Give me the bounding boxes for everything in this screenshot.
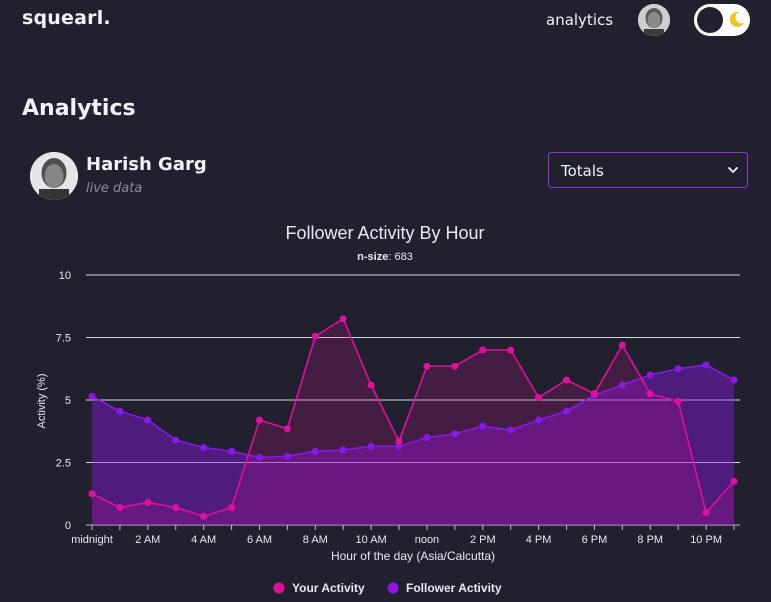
data-point — [479, 346, 487, 354]
data-point — [423, 434, 431, 441]
data-point — [228, 504, 236, 511]
legend-marker — [387, 582, 399, 594]
data-point — [255, 454, 263, 461]
data-point — [702, 361, 710, 369]
x-tick-label: midnight — [71, 534, 113, 546]
y-tick-label: 2.5 — [56, 458, 71, 470]
data-point — [88, 392, 96, 400]
data-point — [730, 477, 738, 485]
data-point — [451, 430, 459, 438]
data-point — [200, 444, 208, 451]
data-point — [116, 407, 124, 415]
nsize-value: 683 — [394, 251, 412, 263]
data-point — [116, 504, 124, 511]
data-point — [228, 447, 236, 455]
y-axis-label: Activity (%) — [36, 374, 48, 429]
data-point — [618, 381, 626, 389]
profile-subtitle: live data — [86, 181, 143, 196]
data-point — [702, 509, 710, 516]
totals-select[interactable]: Totals — [548, 152, 748, 188]
legend-marker — [273, 582, 285, 594]
data-point — [367, 381, 375, 389]
data-point — [618, 341, 626, 349]
data-point — [255, 416, 263, 424]
nsize-label: n-size — [357, 251, 388, 263]
brand-logo[interactable]: squearl. — [22, 7, 111, 29]
theme-toggle[interactable] — [694, 4, 750, 36]
y-tick-label: 7.5 — [56, 333, 71, 345]
y-tick-label: 0 — [65, 520, 71, 532]
nav-link-analytics[interactable]: analytics — [546, 11, 613, 29]
data-point — [395, 437, 403, 445]
data-point — [479, 422, 487, 430]
data-point — [423, 362, 431, 370]
legend-label: Your Activity — [292, 581, 365, 595]
y-tick-label: 5 — [65, 395, 71, 407]
data-point — [563, 407, 571, 415]
data-point — [339, 446, 347, 454]
chart-title: Follower Activity By Hour — [285, 223, 484, 243]
data-point — [535, 416, 543, 424]
data-point — [311, 447, 319, 455]
x-tick-label: 8 PM — [637, 534, 663, 546]
data-point — [144, 499, 152, 506]
chevron-down-icon — [728, 167, 738, 174]
chart-subtitle: n-size: 683 — [357, 251, 413, 263]
data-point — [200, 512, 208, 520]
data-point — [590, 390, 598, 398]
x-tick-label: 6 PM — [582, 534, 608, 546]
legend-label: Follower Activity — [406, 581, 502, 595]
y-tick-label: 10 — [59, 270, 71, 282]
data-point — [283, 452, 291, 460]
data-point — [674, 397, 682, 405]
data-point — [367, 442, 375, 450]
x-tick-label: noon — [415, 534, 439, 546]
data-point — [507, 426, 515, 434]
moon-icon — [729, 11, 744, 27]
x-tick-label: 2 AM — [135, 534, 160, 546]
x-tick-label: 10 PM — [690, 534, 722, 546]
page-title: Analytics — [22, 96, 136, 121]
avatar-image — [638, 4, 670, 36]
follower-activity-chart: Follower Activity By Hour n-size: 683 0 2… — [36, 223, 740, 595]
data-point — [311, 332, 319, 340]
data-point — [339, 315, 347, 323]
data-point — [646, 371, 654, 379]
x-axis-label: Hour of the day (Asia/Calcutta) — [331, 549, 495, 563]
data-point — [172, 436, 180, 444]
select-value: Totals — [561, 162, 604, 180]
data-point — [535, 394, 543, 401]
data-point — [674, 365, 682, 373]
data-point — [507, 346, 515, 354]
x-tick-label: 6 AM — [247, 534, 272, 546]
chart-legend: Your Activity Follower Activity — [273, 581, 502, 595]
x-tick-label: 2 PM — [470, 534, 496, 546]
data-point — [730, 376, 738, 384]
data-point — [283, 425, 291, 433]
x-tick-label: 4 AM — [191, 534, 216, 546]
avatar[interactable] — [638, 4, 670, 36]
data-point — [144, 416, 152, 424]
toggle-knob — [697, 7, 723, 33]
chart-series — [88, 315, 738, 525]
data-point — [451, 362, 459, 370]
x-tick-label: 4 PM — [526, 534, 552, 546]
data-point — [88, 490, 96, 498]
profile-name: Harish Garg — [86, 154, 207, 175]
top-navbar: squearl. analytics — [0, 0, 771, 44]
avatar-image — [30, 152, 78, 200]
data-point — [563, 376, 571, 384]
x-tick-label: 10 AM — [356, 534, 387, 546]
data-point — [172, 504, 180, 511]
profile-avatar — [30, 152, 78, 200]
x-tick-label: 8 AM — [303, 534, 328, 546]
data-point — [646, 390, 654, 398]
